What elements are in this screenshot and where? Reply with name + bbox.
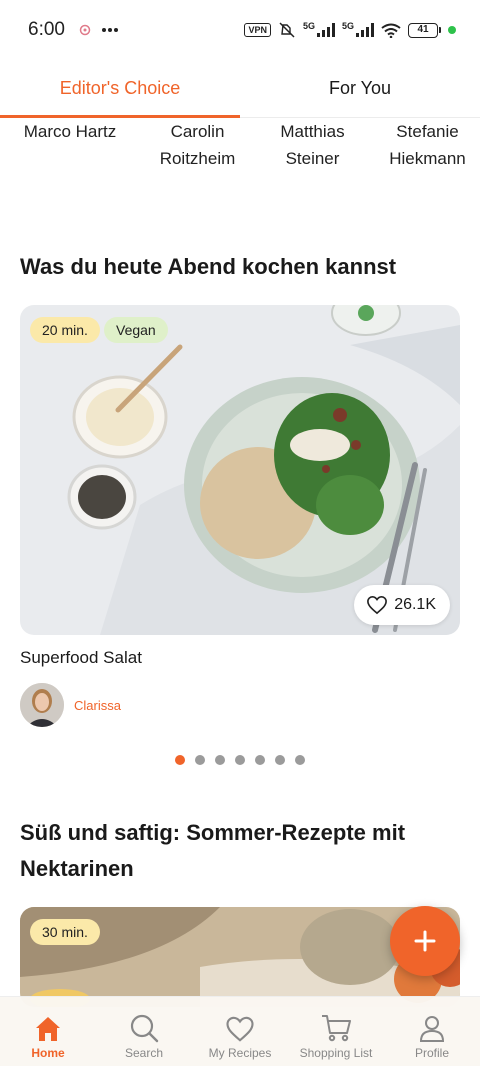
home-icon [36, 1017, 60, 1041]
author-stefanie-hiekmann[interactable]: Stefanie Hiekmann [370, 118, 480, 178]
carousel-dot[interactable] [275, 755, 285, 765]
nav-my-recipes-label: My Recipes [208, 1046, 272, 1060]
privacy-indicator-dot [448, 26, 456, 34]
author-carolin-roitzheim[interactable]: Carolin Roitzheim [140, 118, 255, 178]
nav-shopping-list[interactable]: Shopping List [288, 997, 384, 1066]
carousel-pagination [0, 755, 480, 765]
signal-icon-2 [356, 23, 374, 37]
carousel-dot[interactable] [295, 755, 305, 765]
author-name: Clarissa [74, 697, 121, 713]
nav-profile-label: Profile [414, 1046, 449, 1060]
tag-diet: Vegan [104, 317, 168, 343]
nav-home-label: Home [31, 1046, 65, 1060]
more-dots-icon [101, 28, 118, 32]
network-label-2: 5G [341, 21, 354, 31]
recipe-card-image[interactable]: 20 min. Vegan 26.1K [20, 305, 460, 635]
carousel-dot[interactable] [255, 755, 265, 765]
nav-shopping-list-label: Shopping List [299, 1046, 373, 1060]
nav-home[interactable]: Home [0, 997, 96, 1066]
carousel-dot[interactable] [215, 755, 225, 765]
featured-authors-row: Marco Hartz Carolin Roitzheim Matthias S… [0, 118, 480, 178]
bottom-navigation: Home Search My Recipes Shopping List Pro… [0, 996, 480, 1066]
tag-cook-time: 20 min. [30, 317, 100, 343]
plus-icon [414, 930, 436, 952]
nav-search[interactable]: Search [96, 997, 192, 1066]
nav-my-recipes[interactable]: My Recipes [192, 997, 288, 1066]
carousel-dot[interactable] [195, 755, 205, 765]
status-time: 6:00 [28, 19, 65, 40]
recipe-author[interactable]: Clarissa [20, 683, 121, 727]
nav-profile[interactable]: Profile [384, 997, 480, 1066]
wifi-icon [381, 23, 401, 38]
network-label-1: 5G [302, 21, 315, 31]
author-marco-hartz[interactable]: Marco Hartz [0, 118, 140, 178]
tag-cook-time-2: 30 min. [30, 919, 100, 945]
mute-icon [279, 22, 295, 38]
carousel-dot[interactable] [175, 755, 185, 765]
tab-editors-choice[interactable]: Editor's Choice [0, 60, 240, 118]
status-right: VPN 5G 5G 41 [244, 21, 456, 38]
status-bar: 6:00 VPN 5G 5G 41 [0, 0, 480, 60]
heart-icon [226, 1016, 254, 1042]
nav-search-label: Search [124, 1046, 164, 1060]
carousel-dot[interactable] [235, 755, 245, 765]
profile-icon [419, 1016, 445, 1042]
vpn-badge: VPN [244, 23, 271, 37]
heart-icon [367, 595, 388, 615]
battery-icon: 41 [408, 22, 441, 38]
search-icon [130, 1014, 159, 1043]
battery-level: 41 [408, 22, 438, 38]
section-title-nectarines: Süß und saftig: Sommer-Rezepte mit Nekta… [20, 820, 406, 881]
tab-for-you[interactable]: For You [240, 60, 480, 117]
like-count: 26.1K [394, 596, 436, 613]
recipe-title[interactable]: Superfood Salat [20, 648, 142, 668]
avatar [20, 683, 64, 727]
cart-icon [322, 1015, 351, 1042]
status-left-icons [79, 24, 119, 36]
section-title-tonight: Was du heute Abend kochen kannst [20, 254, 397, 279]
author-matthias-steiner[interactable]: Matthias Steiner [255, 118, 370, 178]
top-tabs: Editor's Choice For You [0, 60, 480, 118]
signal-icon-1 [316, 23, 335, 37]
app-notification-icon [79, 24, 91, 36]
add-recipe-button[interactable] [390, 906, 460, 976]
like-button[interactable]: 26.1K [354, 585, 450, 625]
